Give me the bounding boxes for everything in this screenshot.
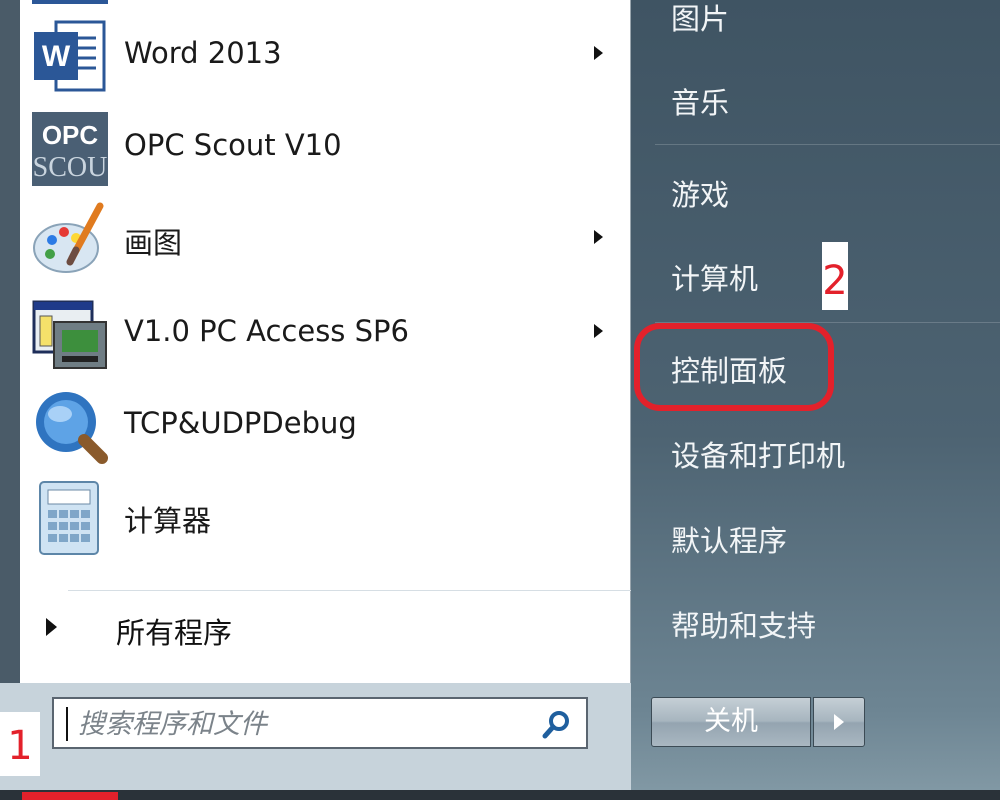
- search-input[interactable]: [76, 703, 540, 745]
- right-item-games[interactable]: 游戏: [671, 172, 729, 214]
- right-item-devices-printers[interactable]: 设备和打印机: [671, 433, 845, 475]
- right-item-pictures[interactable]: 图片: [671, 0, 729, 38]
- right-item-computer[interactable]: 计算机: [671, 256, 758, 298]
- opc-scout-icon: OPC SCOU: [32, 110, 108, 186]
- right-item-help-support[interactable]: 帮助和支持: [671, 603, 816, 645]
- program-item-paint[interactable]: 画图: [32, 194, 622, 280]
- svg-text:W: W: [42, 40, 71, 73]
- program-label: 画图: [124, 226, 183, 260]
- expand-arrow-icon: [46, 618, 57, 636]
- paint-icon: [32, 202, 108, 278]
- word-icon: W: [32, 18, 108, 94]
- program-item-calculator[interactable]: 计算器: [32, 472, 622, 558]
- cut-off-program-icon: [32, 0, 108, 4]
- tcp-udp-debug-icon: [32, 388, 108, 464]
- program-label: Word 2013: [124, 36, 282, 70]
- program-label: 计算器: [124, 504, 212, 538]
- svg-text:OPC: OPC: [42, 120, 99, 150]
- search-icon[interactable]: [542, 709, 572, 739]
- program-item-opc-scout[interactable]: OPC SCOU OPC Scout V10: [32, 102, 622, 188]
- svg-text:SCOU: SCOU: [33, 152, 108, 183]
- submenu-arrow-icon: [594, 46, 603, 60]
- search-box[interactable]: [52, 697, 588, 749]
- start-button-highlight: [22, 792, 118, 800]
- arrow-right-icon: [834, 714, 844, 730]
- program-list: W Word 2013 OPC SCOU OPC Scout V10 画图 V1…: [20, 0, 633, 683]
- text-caret: [66, 707, 68, 741]
- submenu-arrow-icon: [594, 230, 603, 244]
- right-separator: [655, 144, 1000, 145]
- step-marker-1: 1: [0, 712, 40, 776]
- program-label: TCP&UDPDebug: [124, 406, 357, 440]
- shutdown-options-button[interactable]: [813, 697, 865, 747]
- list-separator: [68, 590, 633, 591]
- submenu-arrow-icon: [594, 324, 603, 338]
- step-marker-2: 2: [822, 242, 848, 310]
- all-programs-label: 所有程序: [116, 616, 233, 650]
- program-label: OPC Scout V10: [124, 128, 342, 162]
- taskbar-strip: [0, 790, 1000, 800]
- program-item-word-2013[interactable]: W Word 2013: [32, 10, 622, 96]
- search-area: [0, 683, 631, 790]
- right-item-default-programs[interactable]: 默认程序: [671, 518, 787, 560]
- all-programs-button[interactable]: 所有程序: [42, 606, 622, 652]
- program-item-tcp-udp-debug[interactable]: TCP&UDPDebug: [32, 380, 622, 466]
- right-item-control-panel[interactable]: 控制面板: [671, 348, 787, 390]
- shutdown-button[interactable]: 关机: [651, 697, 811, 747]
- start-menu-right-pane: 图片 音乐 游戏 计算机 控制面板 设备和打印机 默认程序 帮助和支持 关机: [631, 0, 1000, 790]
- right-item-music[interactable]: 音乐: [671, 80, 729, 122]
- program-item-pc-access[interactable]: V1.0 PC Access SP6: [32, 288, 622, 374]
- pc-access-icon: [32, 296, 108, 372]
- calculator-icon: [32, 480, 108, 556]
- program-label: V1.0 PC Access SP6: [124, 314, 409, 348]
- start-menu-left-pane: W Word 2013 OPC SCOU OPC Scout V10 画图 V1…: [0, 0, 633, 790]
